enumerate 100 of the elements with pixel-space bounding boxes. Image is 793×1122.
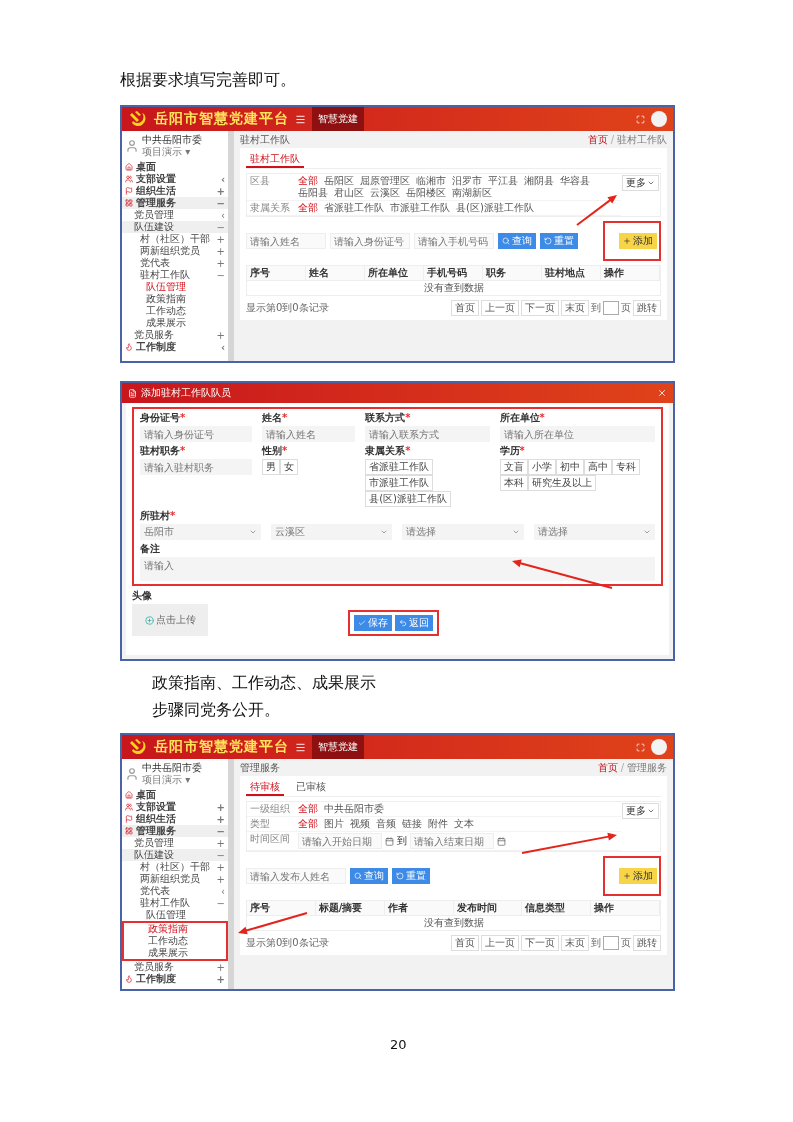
sidebar-item[interactable]: 驻村工作队 −	[122, 897, 228, 909]
sidebar-item[interactable]: 党员服务 +	[122, 961, 228, 973]
sidebar-item[interactable]: 党代表 +	[122, 257, 228, 269]
select-field[interactable]: 云溪区	[271, 524, 393, 540]
option-button[interactable]: 县(区)派驻工作队	[365, 491, 451, 507]
jump-button[interactable]: 跳转	[633, 935, 661, 951]
option-button[interactable]: 小学	[527, 459, 556, 475]
filter-option[interactable]: 县(区)派驻工作队	[456, 202, 534, 214]
tab[interactable]: 已审核	[292, 780, 330, 796]
filter-option[interactable]: 图片	[324, 818, 344, 830]
filter-option[interactable]: 省派驻工作队	[324, 202, 384, 214]
sidebar-item[interactable]: 党员服务 +	[122, 329, 228, 341]
user-role[interactable]: 项目演示 ▾	[142, 146, 202, 158]
sidebar-item[interactable]: 党代表 ‹	[122, 885, 228, 897]
filter-option[interactable]: 君山区	[334, 187, 364, 199]
page-button[interactable]: 首页	[451, 935, 479, 951]
sidebar-item[interactable]: 党员管理 ‹	[122, 209, 228, 221]
search-field[interactable]: 请输入发布人姓名	[246, 868, 346, 884]
avatar[interactable]	[651, 739, 667, 755]
search-field[interactable]: 请输入手机号码	[414, 233, 494, 249]
select-field[interactable]: 请选择	[533, 524, 655, 540]
option-button[interactable]: 本科	[499, 475, 528, 491]
page-button[interactable]: 下一页	[521, 300, 559, 316]
sidebar-item[interactable]: 两新组织党员 +	[122, 873, 228, 885]
filter-option[interactable]: 临湘市	[416, 175, 446, 187]
add-button[interactable]: 添加	[619, 233, 657, 249]
add-button[interactable]: 添加	[619, 868, 657, 884]
header-tab[interactable]: 智慧党建	[312, 107, 364, 131]
option-button[interactable]: 文盲	[499, 459, 528, 475]
upload-area[interactable]: 点击上传	[132, 604, 208, 636]
filter-option[interactable]: 市派驻工作队	[390, 202, 450, 214]
sidebar-item[interactable]: 成果展示	[124, 947, 226, 959]
sidebar-item[interactable]: 成果展示	[122, 317, 228, 329]
calendar-icon[interactable]	[385, 836, 394, 846]
filter-option[interactable]: 链接	[402, 818, 422, 830]
filter-option[interactable]: 中共岳阳市委	[324, 803, 384, 815]
sidebar-item[interactable]: 支部设置 ‹	[122, 173, 228, 185]
filter-option[interactable]: 岳阳区	[324, 175, 354, 187]
sidebar-item[interactable]: 组织生活 +	[122, 185, 228, 197]
page-number-field[interactable]	[603, 936, 619, 950]
sidebar-item[interactable]: 驻村工作队 −	[122, 269, 228, 281]
home-link[interactable]: 首页	[587, 134, 608, 146]
filter-option[interactable]: 全部	[298, 803, 318, 815]
sidebar-item[interactable]: 支部设置 +	[122, 801, 228, 813]
user-role[interactable]: 项目演示 ▾	[142, 774, 202, 786]
jump-button[interactable]: 跳转	[633, 300, 661, 316]
option-button[interactable]: 初中	[555, 459, 584, 475]
fullscreen-icon[interactable]	[636, 114, 645, 124]
input-field[interactable]: 请输入身份证号	[140, 426, 252, 442]
filter-option[interactable]: 云溪区	[370, 187, 400, 199]
filter-option[interactable]: 全部	[298, 818, 318, 830]
search-field[interactable]: 请输入身份证号	[330, 233, 410, 249]
sidebar-item[interactable]: 两新组织党员 +	[122, 245, 228, 257]
page-button[interactable]: 上一页	[481, 300, 519, 316]
home-link[interactable]: 首页	[597, 762, 618, 774]
option-button[interactable]: 专科	[611, 459, 640, 475]
close-icon[interactable]	[657, 388, 667, 398]
option-button[interactable]: 高中	[583, 459, 612, 475]
filter-option[interactable]: 岳阳楼区	[406, 187, 446, 199]
filter-option[interactable]: 文本	[454, 818, 474, 830]
sidebar-item[interactable]: 队伍建设 −	[122, 221, 228, 233]
filter-option[interactable]: 平江县	[488, 175, 518, 187]
sidebar-item[interactable]: 桌面	[122, 161, 228, 173]
tab[interactable]: 待审核	[246, 780, 284, 796]
filter-option[interactable]: 音频	[376, 818, 396, 830]
sidebar-item[interactable]: 工作制度 ‹	[122, 341, 228, 353]
sidebar-item[interactable]: 政策指南	[122, 293, 228, 305]
sidebar-item[interactable]: 政策指南	[124, 923, 226, 935]
sidebar-item[interactable]: 工作动态	[122, 305, 228, 317]
sidebar-item[interactable]: 村（社区）干部 +	[122, 861, 228, 873]
input-field[interactable]: 请输入所在单位	[499, 426, 655, 442]
input-field[interactable]: 请输入姓名	[261, 426, 356, 442]
sidebar-item[interactable]: 党员管理 +	[122, 837, 228, 849]
search-field[interactable]: 请输入姓名	[246, 233, 326, 249]
sidebar-item[interactable]: 工作制度 +	[122, 973, 228, 985]
filter-option[interactable]: 附件	[428, 818, 448, 830]
calendar-icon[interactable]	[497, 836, 506, 846]
input-field[interactable]: 请输入联系方式	[365, 426, 490, 442]
page-button[interactable]: 末页	[561, 935, 589, 951]
option-button[interactable]: 男	[261, 459, 280, 475]
text-area[interactable]: 请输入	[140, 557, 655, 581]
sidebar-item[interactable]: 队伍管理	[122, 909, 228, 921]
filter-option[interactable]: 华容县	[560, 175, 590, 187]
filter-option[interactable]: 汨罗市	[452, 175, 482, 187]
page-button[interactable]: 上一页	[481, 935, 519, 951]
date-field[interactable]: 请输入开始日期	[298, 833, 382, 849]
option-button[interactable]: 市派驻工作队	[365, 475, 434, 491]
filter-option[interactable]: 全部	[298, 202, 318, 214]
sidebar-item[interactable]: 桌面	[122, 789, 228, 801]
sidebar-item[interactable]: 工作动态	[124, 935, 226, 947]
option-button[interactable]: 研究生及以上	[527, 475, 596, 491]
more-button[interactable]: 更多	[622, 803, 659, 819]
filter-option[interactable]: 南湖新区	[452, 187, 492, 199]
page-button[interactable]: 下一页	[521, 935, 559, 951]
filter-option[interactable]: 全部	[298, 175, 318, 187]
sidebar-item[interactable]: 管理服务 −	[122, 825, 228, 837]
filter-option[interactable]: 湘阴县	[524, 175, 554, 187]
sidebar-item[interactable]: 管理服务 −	[122, 197, 228, 209]
fullscreen-icon[interactable]	[636, 742, 645, 752]
select-field[interactable]: 请选择	[402, 524, 524, 540]
